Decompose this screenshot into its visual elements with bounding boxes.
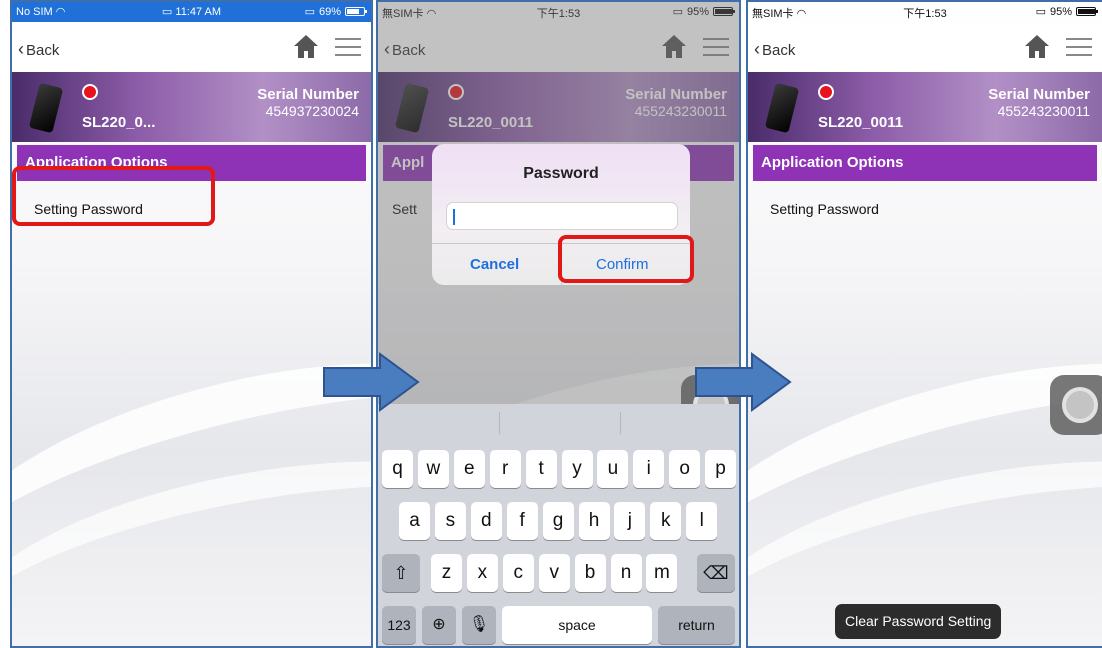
status-bar: No SIM ◠ ▭ 11:47 AM ▭ 69% [12, 2, 371, 22]
key-c[interactable]: c [502, 554, 534, 592]
globe-icon[interactable]: ⊕ [422, 606, 456, 644]
tutorial-canvas: No SIM ◠ ▭ 11:47 AM ▭ 69% ‹ Back SL220_0..… [0, 0, 1102, 648]
device-name: SL220_0011 [818, 114, 904, 131]
password-input[interactable] [446, 202, 678, 230]
key-r[interactable]: r [489, 450, 521, 488]
screen-mirror-icon: ▭ [1035, 6, 1046, 18]
phone-screen-3: 無SIM卡 ◠ 下午1:53 ▭ 95% ‹ Back SL220_0011 Ser… [746, 0, 1102, 648]
battery-icon [1076, 7, 1098, 16]
battery-icon [345, 7, 367, 16]
menu-icon[interactable] [335, 38, 361, 56]
key-y[interactable]: y [561, 450, 593, 488]
key-w[interactable]: w [417, 450, 449, 488]
cancel-button[interactable]: Cancel [470, 256, 519, 273]
shift-icon[interactable]: ⇧ [382, 554, 420, 592]
return-key[interactable]: return [658, 606, 735, 644]
key-h[interactable]: h [578, 502, 610, 540]
onscreen-keyboard: qwertyuiop asdfghjkl ⇧ ⌫ zxcvbnm 123 ⊕ 🎙… [378, 404, 739, 646]
serial-value: 455243230011 [997, 103, 1090, 119]
device-image [764, 82, 800, 134]
key-j[interactable]: j [614, 502, 646, 540]
menu-icon[interactable] [1066, 38, 1092, 56]
assistive-touch-button[interactable] [1050, 375, 1102, 435]
key-l[interactable]: l [686, 502, 718, 540]
highlight-box [558, 235, 694, 283]
device-image [28, 82, 64, 134]
key-q[interactable]: q [382, 450, 413, 488]
arrow-right-icon [695, 352, 792, 412]
application-options-header: Application Options [753, 145, 1097, 181]
screen-mirror-icon: ▭ [304, 6, 315, 18]
key-f[interactable]: f [506, 502, 538, 540]
numbers-key[interactable]: 123 [382, 606, 416, 644]
serial-block: Serial Number 455243230011 [988, 86, 1090, 119]
back-button[interactable]: ‹ Back [754, 39, 795, 60]
key-u[interactable]: u [597, 450, 629, 488]
key-b[interactable]: b [574, 554, 606, 592]
battery-percent: 69% [318, 5, 341, 18]
back-label: Back [26, 42, 60, 59]
key-o[interactable]: o [669, 450, 701, 488]
microphone-icon[interactable]: 🎙︎ [462, 606, 496, 644]
serial-title: Serial Number [988, 86, 1090, 103]
setting-password-item[interactable]: Setting Password [770, 201, 879, 217]
nav-bar: ‹ Back [12, 22, 371, 72]
key-k[interactable]: k [650, 502, 682, 540]
toast-message: Clear Password Setting [835, 604, 1002, 639]
phone-screen-1: No SIM ◠ ▭ 11:47 AM ▭ 69% ‹ Back SL220_0..… [10, 0, 373, 648]
arrow-right-icon [323, 352, 420, 412]
key-s[interactable]: s [434, 502, 466, 540]
device-header: SL220_0011 Serial Number 455243230011 [748, 72, 1102, 142]
key-v[interactable]: v [538, 554, 570, 592]
suggestion-bar [378, 404, 739, 440]
device-name: SL220_0... [82, 114, 156, 131]
key-g[interactable]: g [542, 502, 574, 540]
clock-label: 11:47 AM [175, 6, 222, 18]
space-key[interactable]: space [502, 606, 652, 644]
connection-status-icon [818, 84, 834, 100]
nav-bar: ‹ Back [748, 22, 1102, 72]
serial-value: 454937230024 [265, 103, 359, 119]
key-z[interactable]: z [431, 554, 462, 592]
key-n[interactable]: n [610, 554, 642, 592]
key-e[interactable]: e [453, 450, 485, 488]
serial-block: Serial Number 454937230024 [257, 86, 359, 119]
phone-screen-2: 無SIM卡 ◠ 下午1:53 ▭ 95% ‹ Back SL220_0011 Ser… [376, 0, 741, 648]
connection-status-icon [82, 84, 98, 100]
screen-mirror-icon: ▭ [161, 6, 173, 18]
highlight-box [12, 166, 215, 226]
device-header: SL220_0... Serial Number 454937230024 [12, 72, 371, 142]
key-t[interactable]: t [525, 450, 557, 488]
serial-title: Serial Number [257, 86, 359, 103]
text-cursor [453, 209, 455, 225]
keyboard-row-4: 123 ⊕ 🎙︎ space return [378, 606, 739, 644]
delete-icon[interactable]: ⌫ [697, 554, 735, 592]
battery-percent: 95% [1049, 5, 1072, 18]
chevron-left-icon: ‹ [18, 39, 24, 59]
keyboard-row-1: qwertyuiop [378, 450, 739, 488]
status-bar: 無SIM卡 ◠ 下午1:53 ▭ 95% [748, 2, 1102, 22]
key-x[interactable]: x [466, 554, 498, 592]
keyboard-row-3: ⇧ ⌫ zxcvbnm [378, 554, 739, 592]
keyboard-row-2: asdfghjkl [378, 502, 739, 540]
key-i[interactable]: i [633, 450, 665, 488]
key-a[interactable]: a [399, 502, 430, 540]
home-icon[interactable] [293, 33, 319, 59]
dialog-title: Password [523, 165, 599, 182]
back-button[interactable]: ‹ Back [18, 39, 59, 60]
chevron-left-icon: ‹ [754, 39, 760, 59]
key-m[interactable]: m [646, 554, 678, 592]
back-label: Back [762, 42, 796, 59]
key-p[interactable]: p [705, 450, 737, 488]
key-d[interactable]: d [470, 502, 502, 540]
home-icon[interactable] [1024, 33, 1050, 59]
